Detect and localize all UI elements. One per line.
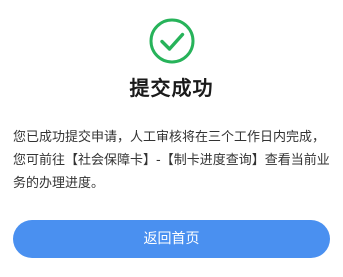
status-message: 您已成功提交申请，人工审核将在三个工作日内完成，您可前往【社会保障卡】-【制卡进… — [13, 130, 330, 191]
submit-success-page: 提交成功 您已成功提交申请，人工审核将在三个工作日内完成，您可前往【社会保障卡】… — [0, 0, 343, 277]
back-home-button[interactable]: 返回首页 — [13, 220, 330, 258]
page-title: 提交成功 — [129, 76, 214, 100]
check-circle-icon — [149, 18, 195, 64]
